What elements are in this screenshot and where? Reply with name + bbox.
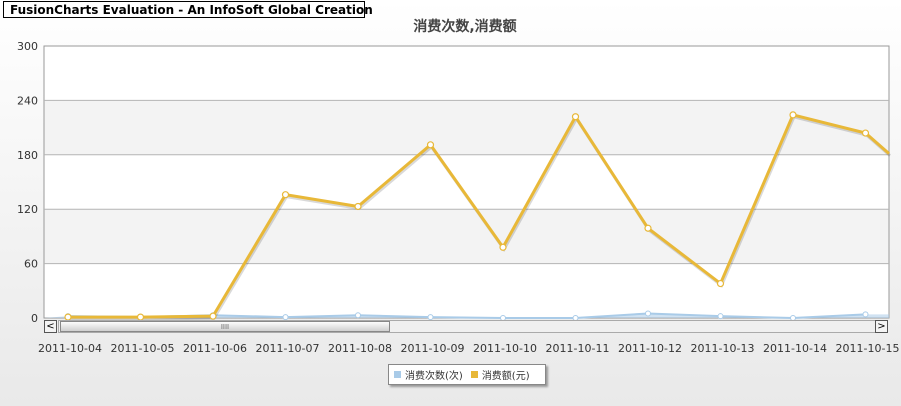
x-tick-label: 2011-10-09 (401, 342, 465, 355)
x-tick-label: 2011-10-11 (546, 342, 610, 355)
plot-band (44, 154, 889, 210)
data-point-count (717, 313, 724, 320)
x-tick-label: 2011-10-06 (183, 342, 247, 355)
plot-band (44, 209, 889, 264)
y-tick-label: 120 (17, 203, 38, 216)
y-tick-label: 300 (17, 40, 38, 53)
data-point-count (355, 312, 361, 319)
data-point-count (427, 314, 434, 321)
data-point-amount (861, 129, 870, 137)
x-tick-label: 2011-10-07 (256, 342, 320, 355)
data-point-amount (644, 224, 652, 232)
line-chart: 消费次数,消费额 0 60 120 180 240 300 2011-10-04 2011-… (17, 18, 900, 355)
x-tick-label: 2011-10-12 (618, 342, 682, 355)
chart-title: 消费次数,消费额 (413, 18, 516, 35)
data-point-amount (209, 312, 217, 320)
data-point-count (645, 310, 651, 317)
y-tick-label: 60 (24, 258, 38, 271)
data-point-amount (281, 191, 290, 199)
legend-swatch-amount (470, 371, 478, 378)
data-point-amount (354, 202, 362, 211)
x-tick-label: 2011-10-14 (763, 342, 827, 355)
scroll-left-button[interactable]: < (44, 320, 57, 333)
plot-band (44, 263, 889, 318)
plot-band (44, 46, 889, 101)
plot-band (44, 100, 889, 155)
scroll-right-button[interactable]: > (875, 320, 888, 333)
y-tick-label: 0 (31, 312, 38, 325)
x-tick-label: 2011-10-05 (111, 342, 175, 355)
x-tick-label: 2011-10-04 (38, 342, 102, 355)
legend-label-amount: 消费额(元) (481, 371, 530, 382)
data-point-count (282, 314, 289, 321)
x-tick-label: 2011-10-10 (473, 342, 537, 355)
scroll-grip: IIII (220, 323, 230, 331)
scroll-thumb[interactable]: IIII (60, 321, 390, 332)
x-tick-label: 2011-10-15 (836, 342, 900, 355)
legend-item-amount[interactable]: 消费额(元) (470, 367, 530, 382)
legend-label-count: 消费次数(次) (405, 371, 463, 382)
data-point-amount (499, 243, 507, 251)
data-point-amount (716, 279, 725, 288)
legend-item-count[interactable]: 消费次数(次) (394, 367, 463, 382)
chart-legend: 消费次数(次) 消费额(元) (388, 364, 546, 385)
x-tick-label: 2011-10-13 (691, 342, 755, 355)
y-tick-label: 180 (17, 149, 38, 162)
data-point-amount (426, 141, 435, 149)
data-point-amount (789, 111, 797, 119)
chart-scrollbar[interactable]: IIII (58, 320, 887, 333)
data-point-amount (571, 113, 580, 121)
x-tick-label: 2011-10-08 (328, 342, 392, 355)
legend-swatch-count (394, 371, 401, 378)
data-point-count (862, 311, 869, 318)
y-tick-label: 240 (17, 94, 38, 107)
